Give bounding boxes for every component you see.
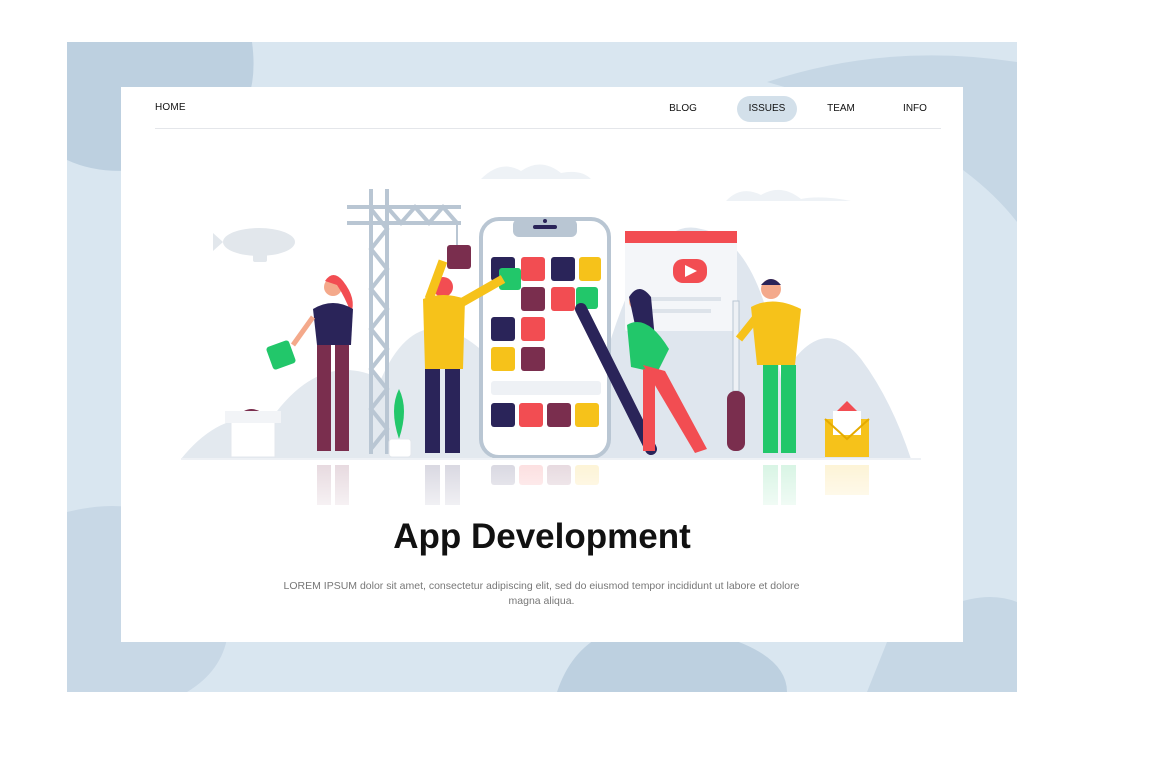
nav-link-info[interactable]: INFO (895, 96, 935, 122)
page-title: App Development (393, 517, 691, 556)
box-icon (225, 409, 281, 458)
blimp-icon (213, 228, 295, 262)
landing-card: HOME BLOG ISSUES TEAM INFO App Developme… (121, 87, 963, 642)
cloud-icon (481, 164, 851, 201)
block-icon (447, 245, 471, 269)
page-description: LOREM IPSUM dolor sit amet, consectetur … (283, 580, 800, 607)
nav-link-issues[interactable]: ISSUES (737, 96, 797, 122)
nav-home-link[interactable]: HOME (155, 102, 186, 113)
app-development-illustration (161, 164, 941, 529)
block-icon (266, 340, 296, 370)
hero-illustration (161, 149, 941, 529)
nav-link-blog[interactable]: BLOG (663, 96, 703, 122)
nav-link-team[interactable]: TEAM (819, 96, 863, 122)
nav-divider (155, 128, 941, 129)
